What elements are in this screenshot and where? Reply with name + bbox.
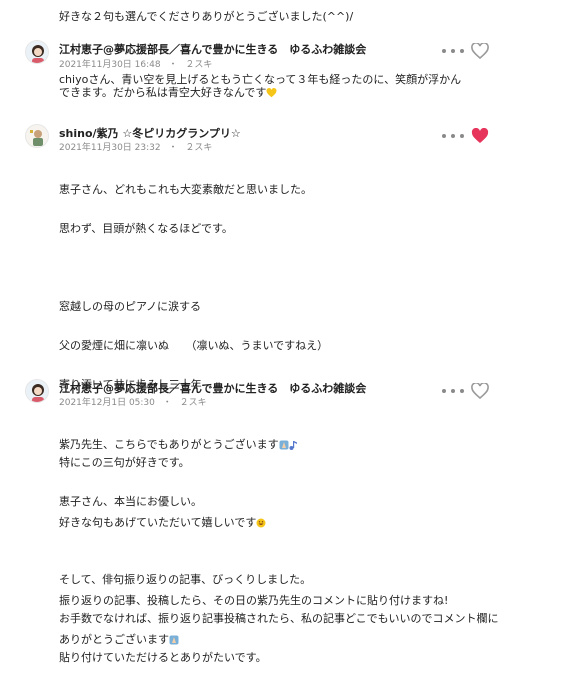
more-icon[interactable] xyxy=(442,45,464,57)
text-line xyxy=(59,261,539,274)
comment-author[interactable]: 江村恵子@夢応援部長／喜んで豊かに生きる ゆるふわ雑談会 xyxy=(59,380,366,396)
comment-author[interactable]: 江村恵子@夢応援部長／喜んで豊かに生きる ゆるふわ雑談会 xyxy=(59,41,366,57)
avatar-keiko-icon[interactable] xyxy=(25,379,49,403)
comment-date: 2021年11月30日 23:32 xyxy=(59,143,161,153)
comment-meta: 2021年12月1日 05:30 ・ ２スキ xyxy=(59,395,212,408)
comment-meta: 2021年11月30日 16:48 ・ ２スキ xyxy=(59,57,217,70)
comment-meta: 2021年11月30日 23:32 ・ ２スキ xyxy=(59,140,217,153)
praying-emoji xyxy=(169,635,179,645)
comment-date: 2021年12月1日 05:30 xyxy=(59,398,155,408)
top-comment-tail: 好きな２句も選んでくださりありがとうございました(^^)/ xyxy=(59,10,354,23)
text-line: 思わず、目頭が熱くなるほどです。 xyxy=(59,222,233,235)
avatar-keiko-icon[interactable] xyxy=(25,40,49,64)
text-line: ありがとうございます xyxy=(59,633,539,646)
grinning-emoji xyxy=(256,518,266,528)
yellow-heart-emoji xyxy=(266,88,277,98)
more-icon[interactable] xyxy=(442,385,464,397)
like-count[interactable]: ２スキ xyxy=(185,143,212,153)
text-line: 好きな句もあげていただいて嬉しいです xyxy=(59,516,539,529)
text-line xyxy=(59,477,539,490)
heart-icon[interactable] xyxy=(471,383,489,399)
comment-date: 2021年11月30日 16:48 xyxy=(59,60,161,70)
text-line: 恵子さん、どれもこれも大変素敵だと思いました。 xyxy=(59,183,312,196)
more-icon[interactable] xyxy=(442,130,464,142)
text-line: 紫乃先生、こちらでもありがとうございます xyxy=(59,438,539,451)
music-note-emoji xyxy=(289,441,297,450)
meta-separator: ・ xyxy=(168,143,178,153)
heart-icon[interactable] xyxy=(471,128,489,144)
text-line xyxy=(59,555,539,568)
text-line: 窓越しの母のピアノに涙する xyxy=(59,300,202,313)
like-count[interactable]: ２スキ xyxy=(185,60,212,70)
comment-text: chiyoさん、青い空を見上げるともう亡くなって３年も経ったのに、笑顔が浮かんで… xyxy=(59,73,462,99)
text-line: 父の愛煙に畑に凛いぬ （凛いぬ、うまいですねえ） xyxy=(59,339,329,352)
heart-icon[interactable] xyxy=(471,43,489,59)
comment-author[interactable]: shino/紫乃 ☆冬ピリカグランプリ☆ xyxy=(59,125,241,141)
like-count[interactable]: ２スキ xyxy=(180,398,207,408)
avatar-shino-icon[interactable] xyxy=(25,124,49,148)
meta-separator: ・ xyxy=(168,60,178,70)
comment-text: 紫乃先生、こちらでもありがとうございます 好きな句もあげていただいて嬉しいです … xyxy=(59,412,539,672)
praying-emoji xyxy=(279,440,289,450)
meta-separator: ・ xyxy=(162,398,172,408)
text-line: 振り返りの記事、投稿したら、その日の紫乃先生のコメントに貼り付けますね! xyxy=(59,594,449,607)
